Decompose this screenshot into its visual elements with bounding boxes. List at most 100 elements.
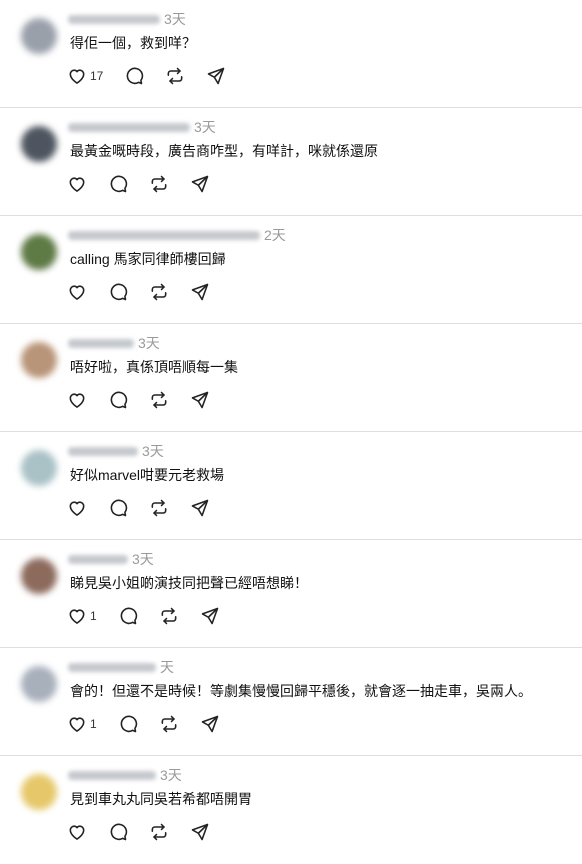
avatar[interactable] bbox=[21, 342, 57, 378]
like-count: 1 bbox=[90, 717, 97, 731]
like-button[interactable]: 1 bbox=[67, 604, 97, 628]
username-blurred[interactable] bbox=[68, 14, 160, 24]
share-icon bbox=[190, 282, 210, 302]
action-bar bbox=[67, 388, 231, 412]
comment-icon bbox=[108, 282, 128, 302]
reply-button[interactable] bbox=[108, 172, 128, 196]
avatar[interactable] bbox=[21, 450, 57, 486]
avatar[interactable] bbox=[21, 18, 57, 54]
repost-button[interactable] bbox=[149, 820, 169, 844]
repost-icon bbox=[149, 390, 169, 410]
repost-icon bbox=[149, 822, 169, 842]
heart-icon bbox=[67, 498, 87, 518]
repost-button[interactable] bbox=[159, 604, 179, 628]
like-button[interactable]: 1 bbox=[67, 712, 97, 736]
share-button[interactable] bbox=[200, 712, 220, 736]
share-icon bbox=[200, 606, 220, 626]
comment-text: 睇見吳小姐啲演技同把聲已經唔想睇！ bbox=[70, 575, 308, 591]
timestamp: 3天 bbox=[142, 443, 164, 459]
comment-icon bbox=[118, 714, 138, 734]
comment-icon bbox=[108, 174, 128, 194]
repost-button[interactable] bbox=[149, 388, 169, 412]
action-bar bbox=[67, 280, 231, 304]
repost-icon bbox=[165, 66, 185, 86]
username-blurred[interactable] bbox=[68, 662, 156, 672]
reply-button[interactable] bbox=[118, 604, 138, 628]
repost-icon bbox=[149, 174, 169, 194]
comment-item: 3天睇見吳小姐啲演技同把聲已經唔想睇！ 1 bbox=[0, 540, 582, 648]
reply-button[interactable] bbox=[108, 820, 128, 844]
share-button[interactable] bbox=[206, 64, 226, 88]
comment-item: 3天 得佢一個，救到咩？ 17 bbox=[0, 0, 582, 108]
username-blurred[interactable] bbox=[68, 338, 134, 348]
comment-icon bbox=[108, 822, 128, 842]
comment-icon bbox=[118, 606, 138, 626]
heart-icon bbox=[67, 390, 87, 410]
share-button[interactable] bbox=[190, 496, 210, 520]
action-bar: 1 bbox=[67, 604, 241, 628]
comment-text: 見到車丸丸同吳若希都唔開胃 bbox=[70, 791, 252, 807]
avatar[interactable] bbox=[21, 234, 57, 270]
like-button[interactable] bbox=[67, 496, 87, 520]
repost-button[interactable] bbox=[149, 496, 169, 520]
username-blurred[interactable] bbox=[68, 770, 156, 780]
comment-icon bbox=[108, 390, 128, 410]
action-bar bbox=[67, 820, 231, 844]
username-blurred[interactable] bbox=[68, 230, 260, 240]
comment-item: 3天 好似marvel咁要元老救場 bbox=[0, 432, 582, 540]
share-button[interactable] bbox=[190, 172, 210, 196]
repost-icon bbox=[149, 282, 169, 302]
avatar[interactable] bbox=[21, 558, 57, 594]
avatar[interactable] bbox=[21, 126, 57, 162]
repost-icon bbox=[159, 606, 179, 626]
comment-text: 會的！但還不是時候！等劇集慢慢回歸平穩後，就會逐一抽走車，吳兩人。 bbox=[70, 683, 532, 699]
heart-icon bbox=[67, 606, 87, 626]
comment-header: 天 bbox=[68, 658, 174, 676]
reply-button[interactable] bbox=[108, 388, 128, 412]
like-count: 17 bbox=[90, 69, 104, 83]
reply-button[interactable] bbox=[108, 496, 128, 520]
repost-button[interactable] bbox=[165, 64, 185, 88]
like-button[interactable] bbox=[67, 280, 87, 304]
comment-header: 3天 bbox=[68, 118, 216, 136]
like-button[interactable] bbox=[67, 172, 87, 196]
timestamp: 3天 bbox=[194, 119, 216, 135]
reply-button[interactable] bbox=[108, 280, 128, 304]
share-icon bbox=[190, 174, 210, 194]
repost-button[interactable] bbox=[159, 712, 179, 736]
username-blurred[interactable] bbox=[68, 554, 128, 564]
like-button[interactable]: 17 bbox=[67, 64, 103, 88]
heart-icon bbox=[67, 714, 87, 734]
reply-button[interactable] bbox=[124, 64, 144, 88]
share-button[interactable] bbox=[190, 388, 210, 412]
comment-item: 3天 最黃金嘅時段，廣告商咋型，有咩計，咪就係還原 bbox=[0, 108, 582, 216]
repost-button[interactable] bbox=[149, 280, 169, 304]
comment-header: 3天 bbox=[68, 334, 160, 352]
action-bar: 1 bbox=[67, 712, 241, 736]
comment-item: 天會的！但還不是時候！等劇集慢慢回歸平穩後，就會逐一抽走車，吳兩人。 1 bbox=[0, 648, 582, 756]
username-blurred[interactable] bbox=[68, 446, 138, 456]
timestamp: 3天 bbox=[138, 335, 160, 351]
heart-icon bbox=[67, 174, 87, 194]
action-bar bbox=[67, 172, 231, 196]
reply-button[interactable] bbox=[118, 712, 138, 736]
share-icon bbox=[206, 66, 226, 86]
timestamp: 3天 bbox=[132, 551, 154, 567]
repost-button[interactable] bbox=[149, 172, 169, 196]
username-blurred[interactable] bbox=[68, 122, 190, 132]
avatar[interactable] bbox=[21, 774, 57, 810]
comment-item: 3天 見到車丸丸同吳若希都唔開胃 bbox=[0, 756, 582, 864]
comment-icon bbox=[108, 498, 128, 518]
share-button[interactable] bbox=[200, 604, 220, 628]
like-button[interactable] bbox=[67, 820, 87, 844]
like-button[interactable] bbox=[67, 388, 87, 412]
repost-icon bbox=[159, 714, 179, 734]
like-count: 1 bbox=[90, 609, 97, 623]
comment-item: 2天 calling 馬家同律師樓回歸 bbox=[0, 216, 582, 324]
comment-text: 得佢一個，救到咩？ bbox=[70, 35, 196, 51]
timestamp: 2天 bbox=[264, 227, 286, 243]
share-button[interactable] bbox=[190, 280, 210, 304]
comment-icon bbox=[124, 66, 144, 86]
share-button[interactable] bbox=[190, 820, 210, 844]
avatar[interactable] bbox=[21, 666, 57, 702]
